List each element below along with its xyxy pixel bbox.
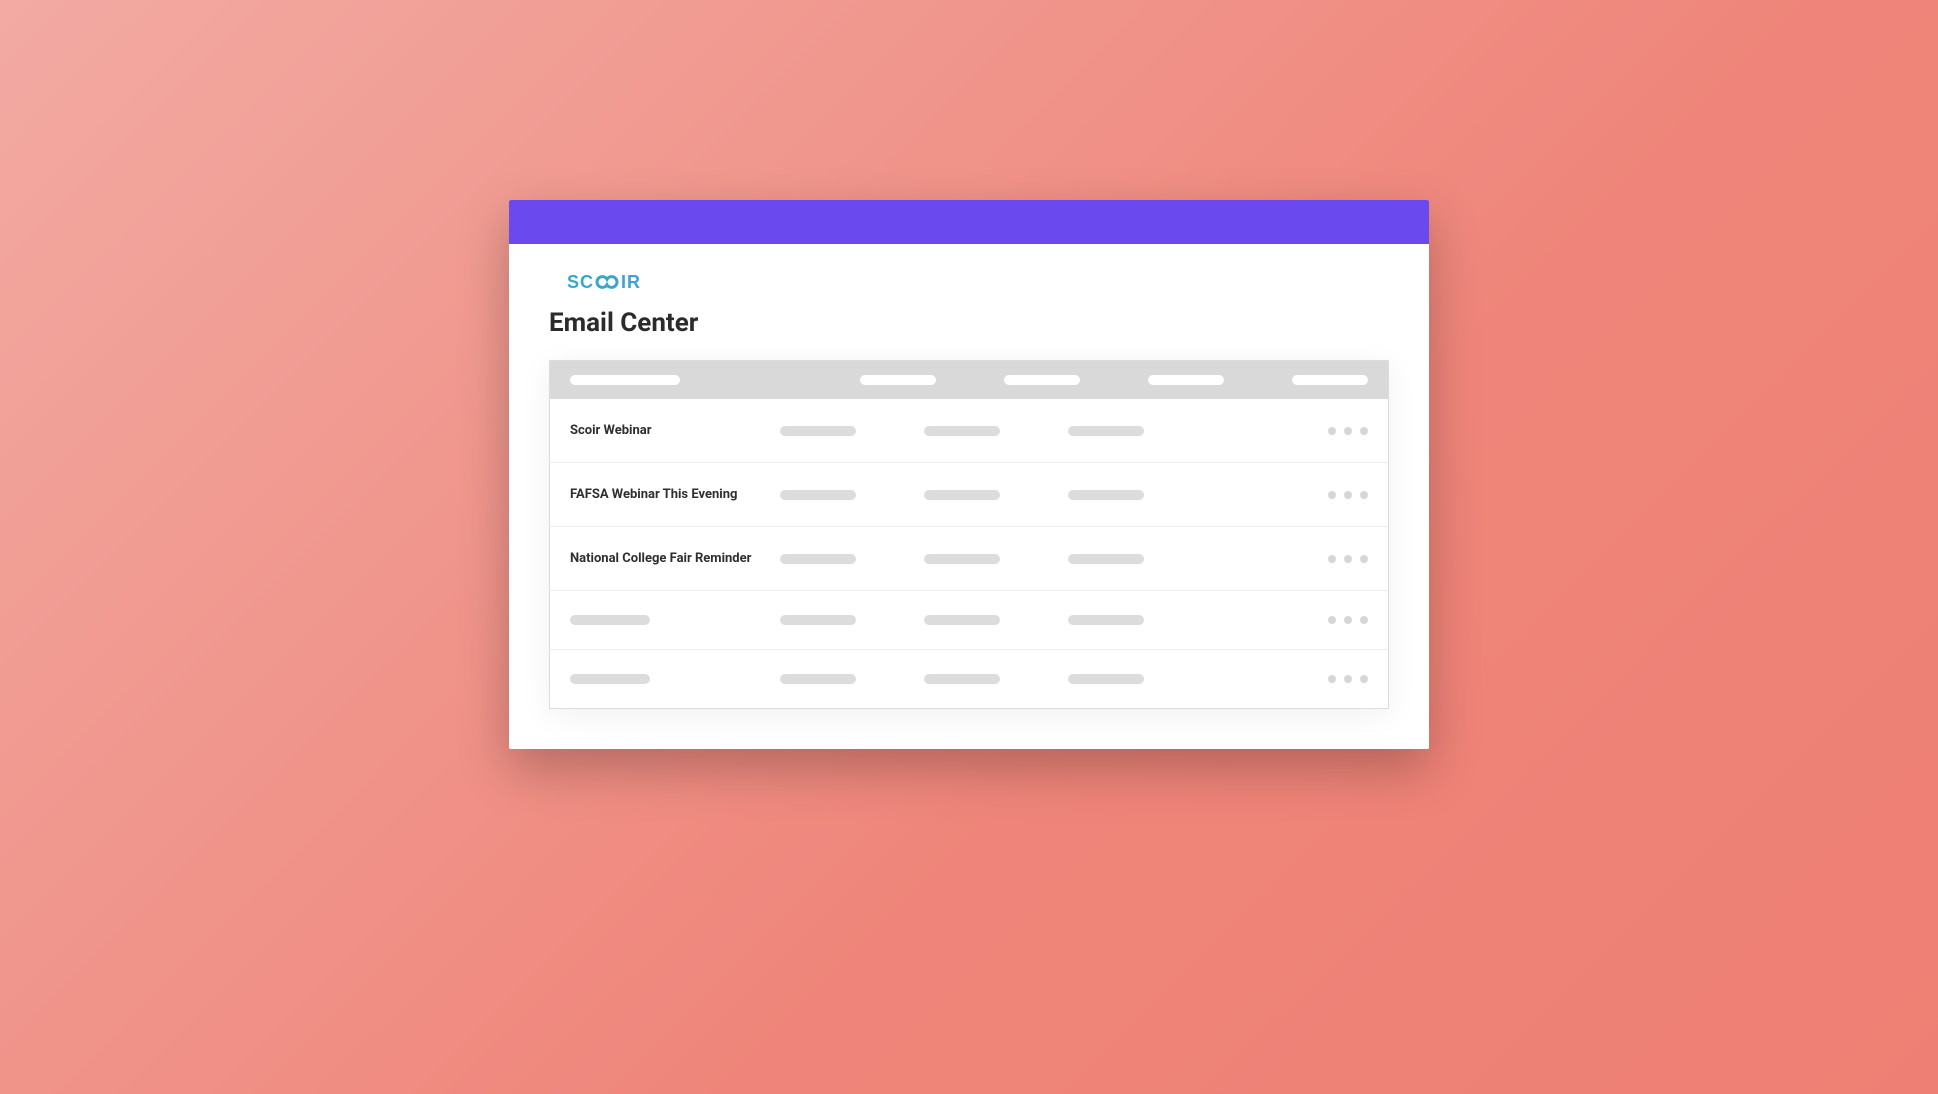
row-actions-menu[interactable] bbox=[1328, 616, 1368, 624]
row-title: National College Fair Reminder bbox=[570, 551, 780, 566]
row-actions-menu[interactable] bbox=[1328, 555, 1368, 563]
cell-placeholder bbox=[780, 426, 856, 436]
more-icon bbox=[1344, 427, 1352, 435]
content-area: SC IR Email Center Scoir Webinar FAFSA We… bbox=[509, 244, 1429, 749]
more-icon bbox=[1360, 616, 1368, 624]
header-col-placeholder bbox=[1004, 375, 1080, 385]
more-icon bbox=[1360, 675, 1368, 683]
placeholder-text bbox=[570, 615, 650, 625]
cell-placeholder bbox=[1068, 674, 1144, 684]
page-title: Email Center bbox=[549, 308, 1389, 338]
table-header bbox=[550, 361, 1388, 399]
app-window: SC IR Email Center Scoir Webinar FAFSA We… bbox=[509, 200, 1429, 749]
row-columns bbox=[780, 426, 1144, 436]
cell-placeholder bbox=[924, 490, 1000, 500]
more-icon bbox=[1328, 491, 1336, 499]
row-columns bbox=[780, 490, 1144, 500]
svg-text:IR: IR bbox=[621, 272, 641, 292]
svg-text:SC: SC bbox=[567, 272, 594, 292]
top-bar bbox=[509, 200, 1429, 244]
header-col-placeholder bbox=[570, 375, 680, 385]
scoir-logo-icon: SC IR bbox=[567, 270, 653, 294]
more-icon bbox=[1360, 555, 1368, 563]
more-icon bbox=[1344, 675, 1352, 683]
table-row[interactable]: National College Fair Reminder bbox=[550, 526, 1388, 590]
more-icon bbox=[1344, 616, 1352, 624]
cell-placeholder bbox=[924, 426, 1000, 436]
row-title: Scoir Webinar bbox=[570, 423, 780, 438]
cell-placeholder bbox=[780, 554, 856, 564]
row-actions-menu[interactable] bbox=[1328, 675, 1368, 683]
cell-placeholder bbox=[1068, 426, 1144, 436]
row-title: FAFSA Webinar This Evening bbox=[570, 487, 780, 502]
header-col-placeholder bbox=[860, 375, 936, 385]
header-col-placeholder bbox=[1148, 375, 1224, 385]
cell-placeholder bbox=[1068, 615, 1144, 625]
row-columns bbox=[780, 674, 1144, 684]
table-row[interactable] bbox=[550, 590, 1388, 649]
cell-placeholder bbox=[780, 674, 856, 684]
table-body: Scoir Webinar FAFSA Webinar This Evening N… bbox=[550, 399, 1388, 708]
cell-placeholder bbox=[924, 554, 1000, 564]
table-row[interactable]: FAFSA Webinar This Evening bbox=[550, 462, 1388, 526]
email-table: Scoir Webinar FAFSA Webinar This Evening N… bbox=[549, 360, 1389, 709]
more-icon bbox=[1360, 491, 1368, 499]
table-row[interactable] bbox=[550, 649, 1388, 708]
row-columns bbox=[780, 554, 1144, 564]
row-actions-menu[interactable] bbox=[1328, 491, 1368, 499]
row-title bbox=[570, 615, 780, 625]
table-row[interactable]: Scoir Webinar bbox=[550, 399, 1388, 462]
cell-placeholder bbox=[924, 674, 1000, 684]
header-col-placeholder bbox=[1292, 375, 1368, 385]
more-icon bbox=[1344, 491, 1352, 499]
cell-placeholder bbox=[780, 615, 856, 625]
placeholder-text bbox=[570, 674, 650, 684]
more-icon bbox=[1328, 675, 1336, 683]
more-icon bbox=[1328, 555, 1336, 563]
more-icon bbox=[1328, 616, 1336, 624]
more-icon bbox=[1360, 427, 1368, 435]
cell-placeholder bbox=[924, 615, 1000, 625]
brand-logo: SC IR bbox=[567, 270, 653, 294]
row-columns bbox=[780, 615, 1144, 625]
row-title bbox=[570, 674, 780, 684]
more-icon bbox=[1344, 555, 1352, 563]
cell-placeholder bbox=[1068, 490, 1144, 500]
cell-placeholder bbox=[1068, 554, 1144, 564]
cell-placeholder bbox=[780, 490, 856, 500]
more-icon bbox=[1328, 427, 1336, 435]
row-actions-menu[interactable] bbox=[1328, 427, 1368, 435]
